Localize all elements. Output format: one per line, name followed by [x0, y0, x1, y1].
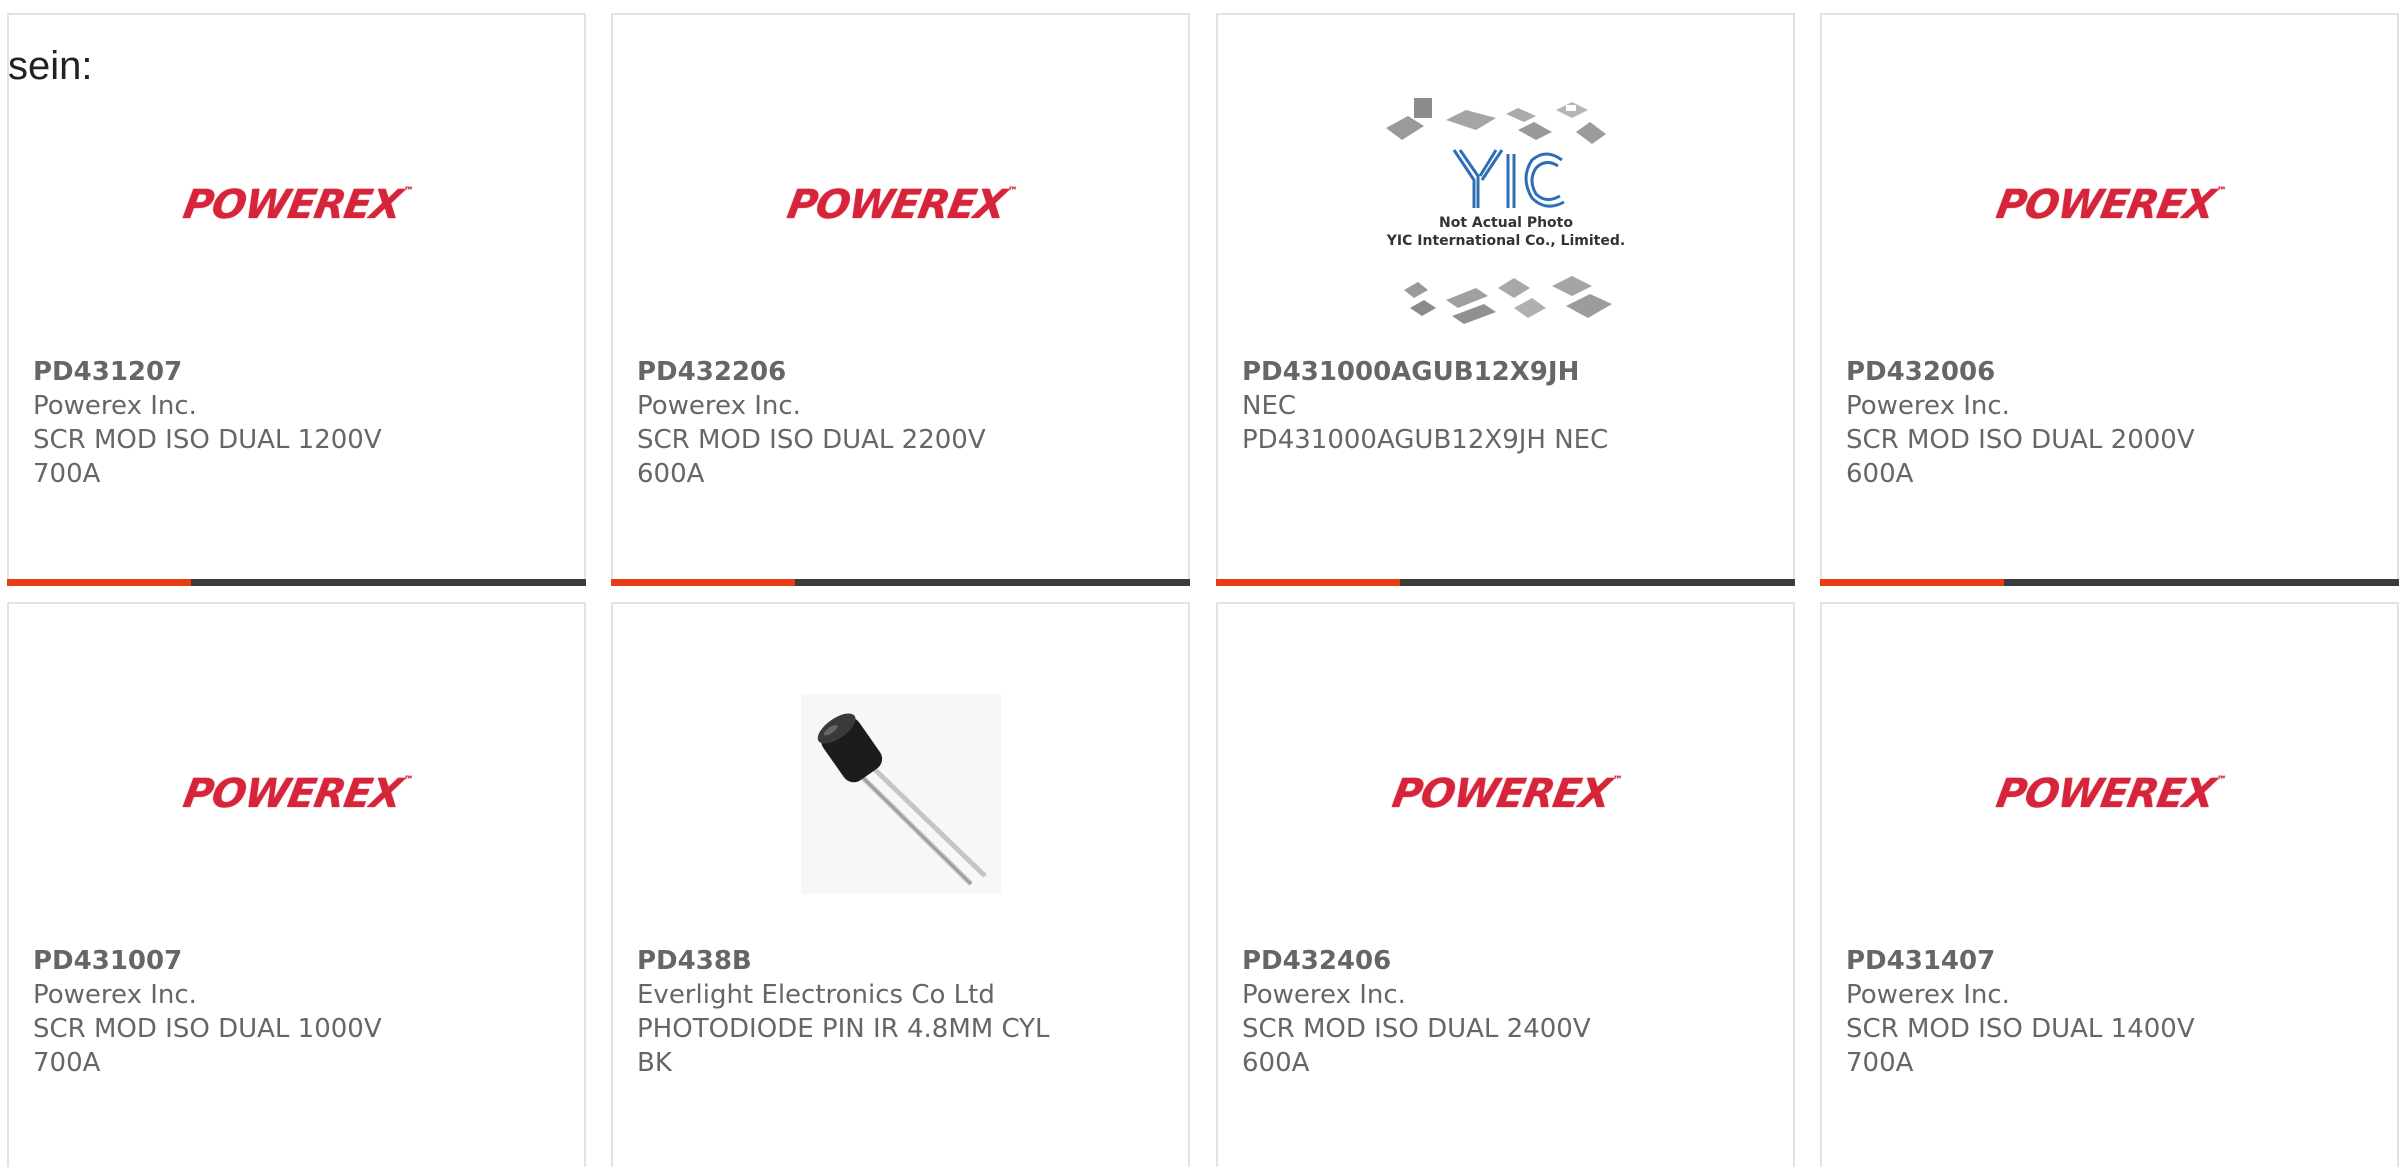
description: SCR MOD ISO DUAL 1200V 700A — [33, 425, 382, 489]
powerex-logo-icon: POWEREX ™ — [1992, 182, 2226, 228]
card-bottom-bar — [1820, 579, 2399, 586]
manufacturer: Powerex Inc. — [33, 391, 197, 421]
product-grid: POWEREX ™ PD431207 Powerex Inc. SCR MOD I… — [0, 0, 2400, 1167]
yic-note-line2: YIC International Co., Limited. — [1386, 233, 1625, 249]
product-card[interactable]: PD438B Everlight Electronics Co Ltd PHOT… — [611, 602, 1190, 1167]
card-bottom-bar — [7, 579, 586, 586]
page-heading: sein: — [8, 44, 93, 88]
product-card[interactable]: Not Actual Photo YIC International Co., … — [1216, 13, 1795, 586]
part-number-link[interactable]: PD431407 — [1846, 944, 2266, 978]
product-card[interactable]: POWEREX ™ PD431007 Powerex Inc. SCR MOD I… — [7, 602, 586, 1167]
product-card[interactable]: POWEREX ™ PD432406 Powerex Inc. SCR MOD I… — [1216, 602, 1795, 1167]
product-image[interactable]: POWEREX ™ — [1822, 644, 2397, 944]
manufacturer: NEC — [1242, 391, 1297, 421]
product-image[interactable]: POWEREX ™ — [9, 644, 584, 944]
manufacturer: Everlight Electronics Co Ltd — [637, 980, 995, 1010]
card-bottom-bar — [1216, 579, 1795, 586]
powerex-logo-icon: POWEREX ™ — [783, 182, 1017, 228]
card-bottom-bar — [611, 579, 1190, 586]
manufacturer: Powerex Inc. — [33, 980, 197, 1010]
description: SCR MOD ISO DUAL 1000V 700A — [33, 1014, 382, 1078]
powerex-logo-icon: POWEREX ™ — [1992, 771, 2226, 817]
photodiode-photo-icon — [800, 694, 1001, 894]
product-card[interactable]: POWEREX ™ PD431207 Powerex Inc. SCR MOD I… — [7, 13, 586, 586]
product-card[interactable]: POWEREX ™ PD432206 Powerex Inc. SCR MOD I… — [611, 13, 1190, 586]
product-image[interactable]: POWEREX ™ — [1822, 55, 2397, 355]
product-image[interactable]: POWEREX ™ — [9, 55, 584, 355]
product-image[interactable] — [613, 644, 1188, 944]
manufacturer: Powerex Inc. — [1242, 980, 1406, 1010]
part-number-link[interactable]: PD432006 — [1846, 355, 2266, 389]
product-image[interactable]: Not Actual Photo YIC International Co., … — [1218, 55, 1793, 355]
product-image[interactable]: POWEREX ™ — [1218, 644, 1793, 944]
part-number-link[interactable]: PD432406 — [1242, 944, 1662, 978]
manufacturer: Powerex Inc. — [1846, 980, 2010, 1010]
part-number-link[interactable]: PD431007 — [33, 944, 453, 978]
manufacturer: Powerex Inc. — [637, 391, 801, 421]
description: SCR MOD ISO DUAL 2400V 600A — [1242, 1014, 1591, 1078]
yic-placeholder-icon: Not Actual Photo YIC International Co., … — [1385, 98, 1625, 324]
part-number-link[interactable]: PD432206 — [637, 355, 1057, 389]
product-image[interactable]: POWEREX ™ — [613, 55, 1188, 355]
powerex-logo-icon: POWEREX ™ — [179, 771, 413, 817]
powerex-logo-icon: POWEREX ™ — [1388, 771, 1622, 817]
part-number-link[interactable]: PD431000AGUB12X9JH — [1242, 355, 1662, 389]
powerex-logo-icon: POWEREX ™ — [179, 182, 413, 228]
part-number-link[interactable]: PD431207 — [33, 355, 453, 389]
description: SCR MOD ISO DUAL 2200V 600A — [637, 425, 986, 489]
part-number-link[interactable]: PD438B — [637, 944, 1057, 978]
product-card[interactable]: POWEREX ™ PD431407 Powerex Inc. SCR MOD I… — [1820, 602, 2399, 1167]
description: SCR MOD ISO DUAL 2000V 600A — [1846, 425, 2195, 489]
description: SCR MOD ISO DUAL 1400V 700A — [1846, 1014, 2195, 1078]
manufacturer: Powerex Inc. — [1846, 391, 2010, 421]
yic-note-line1: Not Actual Photo — [1438, 215, 1573, 231]
product-card[interactable]: POWEREX ™ PD432006 Powerex Inc. SCR MOD I… — [1820, 13, 2399, 586]
description: PHOTODIODE PIN IR 4.8MM CYL BK — [637, 1014, 1050, 1078]
description: PD431000AGUB12X9JH NEC — [1242, 425, 1609, 455]
